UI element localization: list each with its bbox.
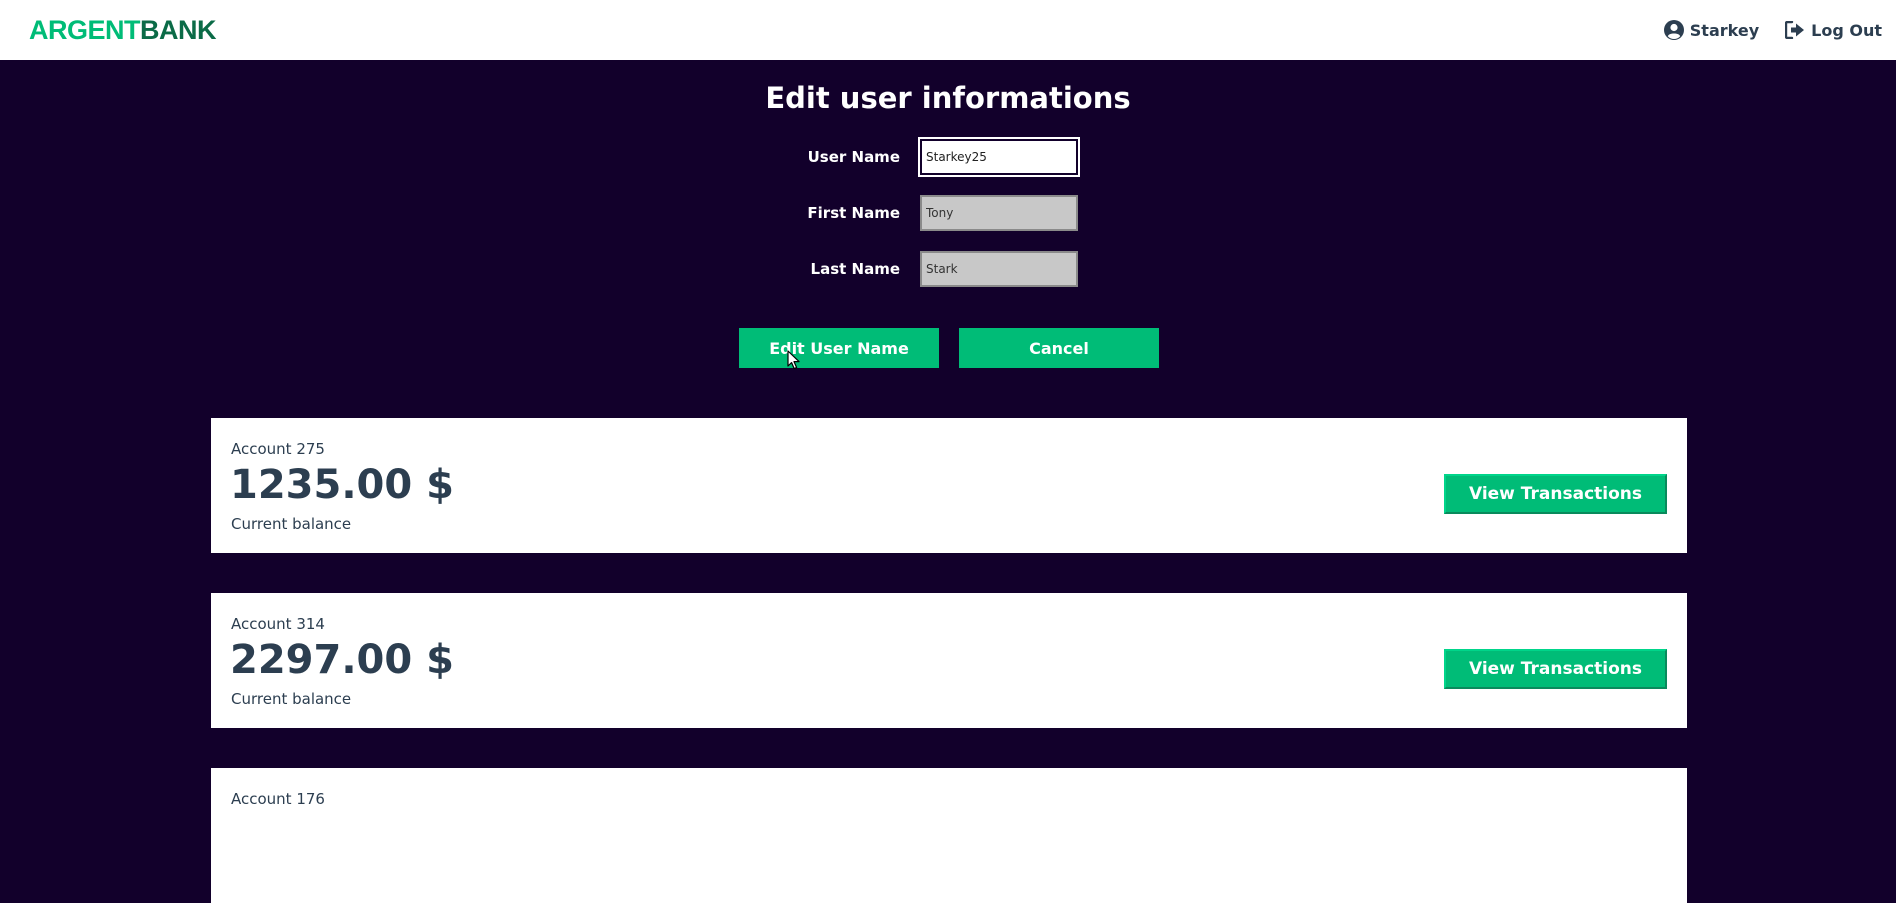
form-row-user-name: User Name — [0, 137, 1896, 177]
argent-bank-logo[interactable]: ARGENTBANK — [29, 14, 217, 45]
nav-right: Starkey Log Out — [1663, 20, 1882, 40]
account-title: Account 176 — [231, 790, 325, 808]
account-amount-description: Current balance — [231, 690, 352, 708]
account-amount: 2297.00 $ — [230, 637, 454, 683]
main-nav: ARGENTBANK Starkey Log Out — [0, 0, 1896, 60]
user-name-label: Starkey — [1689, 20, 1760, 40]
account-card: Account 176 — [211, 768, 1687, 903]
sign-out-icon — [1785, 21, 1805, 39]
view-transactions-button[interactable]: View Transactions — [1444, 474, 1667, 514]
user-profile-link[interactable]: Starkey — [1663, 20, 1760, 40]
account-amount-description: Current balance — [231, 515, 352, 533]
account-card: Account 314 2297.00 $ Current balance Vi… — [211, 593, 1687, 728]
view-transactions-button[interactable]: View Transactions — [1444, 649, 1667, 689]
edit-user-name-button[interactable]: Edit User Name — [739, 328, 939, 368]
last-name-input — [920, 251, 1078, 287]
account-amount: 1235.00 $ — [230, 462, 454, 508]
account-title: Account 275 — [231, 440, 325, 458]
user-circle-icon — [1663, 20, 1684, 40]
cancel-button[interactable]: Cancel — [959, 328, 1159, 368]
first-name-input — [920, 195, 1078, 231]
logout-link[interactable]: Log Out — [1785, 21, 1882, 40]
user-name-input[interactable] — [918, 137, 1080, 177]
user-name-label: User Name — [807, 148, 900, 166]
account-card: Account 275 1235.00 $ Current balance Vi… — [211, 418, 1687, 553]
last-name-label: Last Name — [810, 260, 900, 278]
first-name-label: First Name — [807, 204, 900, 222]
logout-label: Log Out — [1811, 20, 1882, 40]
page-title: Edit user informations — [765, 81, 1131, 115]
form-row-first-name: First Name — [0, 194, 1896, 232]
logo-text-argent: ARGENT — [29, 14, 141, 45]
account-title: Account 314 — [231, 615, 325, 633]
form-row-last-name: Last Name — [0, 250, 1896, 288]
logo-text-bank: BANK — [140, 14, 217, 45]
